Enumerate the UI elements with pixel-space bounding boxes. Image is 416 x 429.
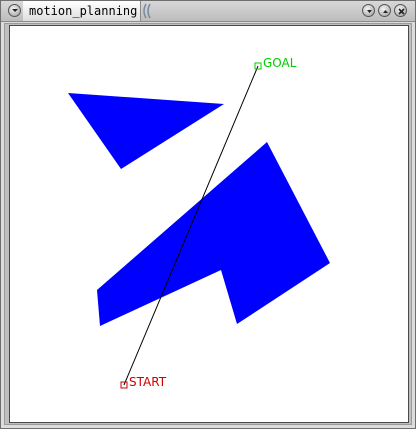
- maximize-icon: [383, 10, 388, 13]
- title-bar[interactable]: motion_planning: [1, 1, 415, 22]
- scene-svg: START GOAL: [68, 56, 330, 389]
- goal-label: GOAL: [263, 56, 297, 70]
- grip-icon: [143, 3, 151, 19]
- planning-canvas[interactable]: START GOAL: [9, 25, 409, 423]
- close-button[interactable]: [394, 4, 407, 17]
- client-area: START GOAL: [4, 23, 412, 425]
- window-title: motion_planning: [29, 4, 138, 18]
- chevron-down-icon[interactable]: [8, 4, 21, 17]
- window-title-tab[interactable]: motion_planning: [23, 1, 141, 21]
- minimize-icon: [367, 10, 372, 13]
- app-window: motion_planning START GOAL: [0, 0, 416, 429]
- start-label: START: [129, 375, 167, 389]
- minimize-button[interactable]: [362, 4, 375, 17]
- close-icon: [398, 8, 405, 15]
- obstacle-triangle: [68, 93, 224, 169]
- obstacle-polygon: [97, 142, 330, 326]
- maximize-button[interactable]: [378, 4, 391, 17]
